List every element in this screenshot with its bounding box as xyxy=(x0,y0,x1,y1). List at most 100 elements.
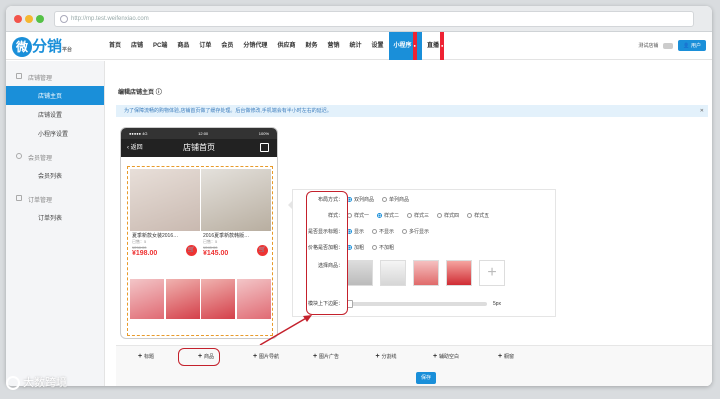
share-icon[interactable] xyxy=(260,143,269,152)
phone-title: 店铺首页 xyxy=(183,143,215,152)
product-card[interactable] xyxy=(130,279,164,319)
menu-item[interactable]: 设置 xyxy=(367,32,389,60)
store-toggle[interactable] xyxy=(663,42,674,49)
show-title-option[interactable]: 显示 xyxy=(347,228,364,235)
product-name: 夏季新款女装2016… xyxy=(132,233,179,239)
watermark: 大数跨境 xyxy=(6,374,67,390)
logo[interactable]: 微分销平台 xyxy=(12,35,72,57)
cart-icon[interactable]: 🛒 xyxy=(257,245,268,256)
add-spacer-tool[interactable]: + 辅助空白 xyxy=(416,353,476,360)
show-title-option[interactable]: 多行显示 xyxy=(402,228,429,235)
menu-item-live[interactable]: 直播 ● xyxy=(422,32,449,60)
logo-sub: 平台 xyxy=(62,47,73,53)
style-option[interactable]: 样式四 xyxy=(437,212,459,219)
menu-item[interactable]: 店铺 xyxy=(126,32,148,60)
menu-item-miniprogram[interactable]: 小程序 ● xyxy=(388,32,422,60)
option-label: 加粗 xyxy=(354,245,365,251)
margin-slider[interactable] xyxy=(347,299,487,308)
arrow-line xyxy=(259,316,309,346)
goods-thumbnail[interactable] xyxy=(413,260,439,286)
show-title-option[interactable]: 不显示 xyxy=(372,228,394,235)
nav-right: 测试店铺 👤 用户 xyxy=(638,40,706,51)
tool-label: 图片导航 xyxy=(259,354,280,360)
product-card[interactable] xyxy=(166,279,200,319)
menu-item[interactable]: 首页 xyxy=(104,32,126,60)
menu-item[interactable]: PC端 xyxy=(148,32,172,60)
sidebar-group-store: 店铺管理 xyxy=(6,69,104,86)
goods-thumbnail[interactable] xyxy=(380,260,406,286)
goods-thumbnail[interactable] xyxy=(347,260,373,286)
add-divider-tool[interactable]: + 分割线 xyxy=(356,353,416,360)
close-icon[interactable]: ✕ xyxy=(700,105,704,117)
battery: 100% xyxy=(258,131,269,136)
radio-icon xyxy=(437,213,443,218)
tool-label: 橱窗 xyxy=(504,354,515,360)
info-icon[interactable]: ⓘ xyxy=(156,90,162,96)
main-content: 编辑店铺主页 ⓘ 为了保障流畅的购物体验,店铺首页做了缓存处理。后台做修改,手机… xyxy=(106,61,712,386)
order-icon xyxy=(16,195,22,201)
sidebar-item-store-home[interactable]: 店铺主页 xyxy=(6,86,104,105)
user-label: 用户 xyxy=(690,43,701,49)
menu-item[interactable]: 财务 xyxy=(300,32,322,60)
minimize-dot[interactable] xyxy=(25,15,33,23)
option-label: 显示 xyxy=(354,229,365,235)
radio-icon xyxy=(372,245,378,250)
menu-item[interactable]: 营销 xyxy=(322,32,344,60)
cart-icon[interactable]: 🛒 xyxy=(186,245,197,256)
user-button[interactable]: 👤 用户 xyxy=(678,40,706,51)
address-bar[interactable]: http://mp.test.weifenxiao.com xyxy=(54,11,694,27)
goods-thumbnail[interactable] xyxy=(446,260,472,286)
add-image-ad-tool[interactable]: + 图片广告 xyxy=(296,353,356,360)
page-title-text: 编辑店铺主页 xyxy=(118,90,155,96)
radio-icon xyxy=(377,213,383,218)
option-label: 多行显示 xyxy=(409,229,430,235)
sidebar-item-miniprogram-settings[interactable]: 小程序设置 xyxy=(6,124,104,143)
product-card[interactable]: 夏季新款女装2016… 已售：5 ¥298.00 ¥198.00 🛒 xyxy=(130,169,200,257)
save-button[interactable]: 保存 xyxy=(416,372,436,384)
style-option[interactable]: 样式一 xyxy=(347,212,369,219)
menu-item[interactable]: 分销代理 xyxy=(238,32,272,60)
option-label: 样式一 xyxy=(354,213,370,219)
style-option[interactable]: 样式二 xyxy=(377,212,399,219)
menu-item[interactable]: 订单 xyxy=(194,32,216,60)
add-image-nav-tool[interactable]: + 图片导航 xyxy=(236,353,296,360)
option-label: 样式三 xyxy=(414,213,430,219)
logo-text: 分销 xyxy=(32,37,63,55)
layout-option[interactable]: 单列商品 xyxy=(382,196,409,203)
bold-price-option[interactable]: 不加粗 xyxy=(372,244,394,251)
page-title: 编辑店铺主页 ⓘ xyxy=(118,87,162,96)
sidebar-item-store-settings[interactable]: 店铺设置 xyxy=(6,105,104,124)
url-text: http://mp.test.weifenxiao.com xyxy=(71,16,149,22)
layout-option[interactable]: 双列商品 xyxy=(347,196,374,203)
users-icon xyxy=(16,153,22,159)
add-goods-button[interactable]: + xyxy=(479,260,505,286)
style-option[interactable]: 样式五 xyxy=(467,212,489,219)
menu-item[interactable]: 供应商 xyxy=(272,32,300,60)
style-option[interactable]: 样式三 xyxy=(407,212,429,219)
time: 12:00 xyxy=(198,131,209,136)
highlight-box xyxy=(178,348,220,366)
option-label: 不加粗 xyxy=(379,245,395,251)
phone-preview: ●●●●● 4G 12:00 100% ‹ 返回 店铺首页 夏季新款女装2016… xyxy=(120,127,278,339)
add-title-tool[interactable]: + 标题 xyxy=(116,353,176,360)
store-label[interactable]: 测试店铺 xyxy=(638,42,658,49)
sidebar-item-member-list[interactable]: 会员列表 xyxy=(6,166,104,185)
home-icon xyxy=(16,73,22,79)
product-card[interactable] xyxy=(201,279,235,319)
bold-price-option[interactable]: 加粗 xyxy=(347,244,364,251)
goods-module[interactable]: 夏季新款女装2016… 已售：5 ¥298.00 ¥198.00 🛒 2016夏… xyxy=(127,166,273,336)
close-dot[interactable] xyxy=(14,15,22,23)
menu-item[interactable]: 统计 xyxy=(344,32,366,60)
menu-item[interactable]: 会员 xyxy=(216,32,238,60)
radio-icon xyxy=(407,213,413,218)
product-card[interactable]: 2016夏季新款韩版… 已售：5 ¥245.00 ¥145.00 🛒 xyxy=(201,169,271,257)
option-label: 不显示 xyxy=(379,229,395,235)
add-showcase-tool[interactable]: + 橱窗 xyxy=(476,353,536,360)
sidebar-item-order-list[interactable]: 订单列表 xyxy=(6,208,104,227)
menu-item[interactable]: 商品 xyxy=(172,32,194,60)
module-toolbar: + 标题 + 商品 + 图片导航 + 图片广告 + 分割线 + 辅助空白 + 橱窗 保存 xyxy=(116,345,712,386)
option-label: 样式五 xyxy=(474,213,490,219)
back-button[interactable]: ‹ 返回 xyxy=(127,139,143,157)
maximize-dot[interactable] xyxy=(36,15,44,23)
tool-label: 分割线 xyxy=(381,354,397,360)
